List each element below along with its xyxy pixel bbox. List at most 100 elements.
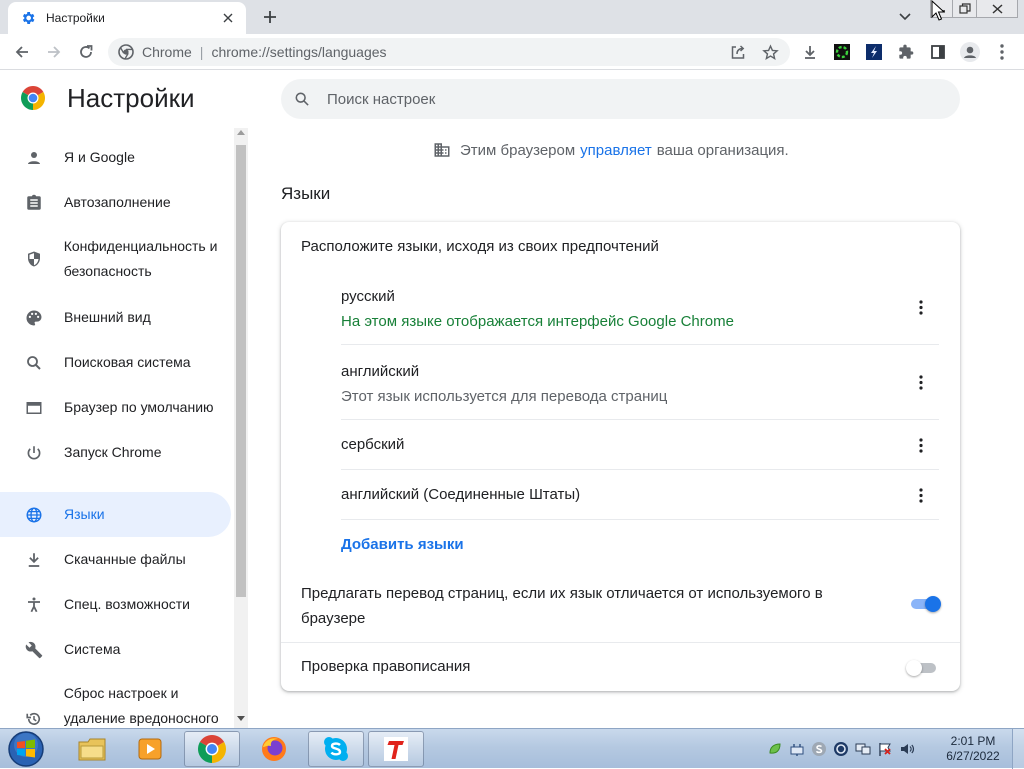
restore-window-button[interactable] [952, 0, 976, 18]
media-player-icon[interactable] [122, 731, 178, 767]
more-actions-icon[interactable] [911, 370, 931, 394]
extensions-puzzle-icon[interactable] [894, 40, 918, 64]
mouse-cursor-icon [931, 0, 945, 21]
person-icon [24, 148, 44, 168]
accessibility-icon [24, 595, 44, 615]
taskbar-clock[interactable]: 2:01 PM 6/27/2022 [940, 734, 1006, 764]
language-description: Этот язык используется для перевода стра… [341, 388, 668, 405]
more-actions-icon[interactable] [911, 483, 931, 507]
url-text[interactable]: chrome://settings/languages [211, 44, 386, 60]
language-name: английский (Соединенные Штаты) [341, 486, 581, 503]
forward-button[interactable] [42, 40, 66, 64]
history-icon [24, 709, 44, 728]
download-icon [24, 550, 44, 570]
sidebar-item-label: Языки [64, 506, 105, 522]
search-input[interactable] [327, 90, 887, 108]
offer-translate-toggle[interactable] [909, 596, 941, 612]
new-tab-button[interactable] [258, 6, 282, 28]
scroll-down-arrow-icon[interactable] [237, 716, 245, 721]
sidebar-item-label: Система [64, 641, 121, 657]
skype-tray-icon[interactable] [810, 740, 828, 758]
language-name: английский [341, 363, 420, 380]
globe-icon [24, 505, 44, 525]
start-button[interactable] [6, 730, 46, 768]
back-button[interactable] [10, 40, 34, 64]
address-bar[interactable]: Chrome | chrome://settings/languages [108, 38, 790, 66]
close-tab-icon[interactable] [220, 10, 236, 26]
tab-search-chevron-icon[interactable] [894, 7, 916, 27]
show-desktop-button[interactable] [1012, 729, 1024, 769]
firefox-icon[interactable] [246, 731, 302, 767]
chrome-menu-icon[interactable] [990, 40, 1014, 64]
sidebar-item-on-startup[interactable]: Запуск Chrome [0, 440, 231, 465]
green-app-tray-icon[interactable] [766, 740, 784, 758]
reload-button[interactable] [74, 40, 98, 64]
skype-icon[interactable] [308, 731, 364, 767]
language-row: сербский [341, 420, 939, 470]
sidebar-item-label: Скачанные файлы [64, 551, 186, 567]
more-actions-icon[interactable] [911, 295, 931, 319]
side-panel-icon[interactable] [926, 40, 950, 64]
page-title: Настройки [67, 83, 195, 113]
settings-search[interactable] [281, 79, 960, 119]
building-icon [433, 141, 451, 159]
chrome-icon[interactable] [184, 731, 240, 767]
omnibox-separator: | [199, 44, 204, 60]
sidebar-item-label: Автозаполнение [64, 194, 171, 210]
file-explorer-icon[interactable] [64, 731, 120, 767]
languages-section-title: Языки [281, 184, 331, 203]
share-icon[interactable] [726, 40, 750, 64]
language-name: русский [341, 288, 395, 305]
palette-icon [24, 308, 44, 328]
action-center-flag-icon[interactable] [876, 740, 894, 758]
sidebar-item-languages[interactable]: Языки [0, 492, 231, 537]
close-window-button[interactable] [976, 0, 1018, 18]
managed-by-organization-notice: Этим браузером управляет ваша организаци… [433, 141, 789, 159]
site-label: Chrome [142, 44, 192, 60]
chrome-logo-icon [21, 86, 45, 110]
more-actions-icon[interactable] [911, 433, 931, 457]
shield-icon [24, 249, 44, 269]
shield-tray-icon[interactable] [832, 740, 850, 758]
clipboard-icon [24, 193, 44, 213]
section-divider [281, 642, 960, 643]
display-tray-icon[interactable] [854, 740, 872, 758]
sidebar-item-accessibility[interactable]: Спец. возможности [0, 592, 231, 617]
sidebar-item-system[interactable]: Система [0, 637, 231, 662]
sidebar-item-privacy[interactable]: Конфиденциальность и безопасность [0, 234, 231, 284]
sidebar-scrollbar-thumb[interactable] [236, 145, 246, 597]
sidebar-item-default-browser[interactable]: Браузер по умолчанию [0, 395, 231, 420]
sidebar-item-you-and-google[interactable]: Я и Google [0, 145, 231, 170]
managed-suffix: ваша организация. [656, 141, 789, 159]
sidebar-item-autofill[interactable]: Автозаполнение [0, 190, 231, 215]
language-order-heading: Расположите языки, исходя из своих предп… [301, 238, 659, 255]
sidebar-item-reset[interactable]: Сброс настроек и удаление вредоносного [0, 681, 231, 728]
volume-icon[interactable] [898, 740, 916, 758]
gear-icon [20, 10, 36, 26]
wrench-icon [24, 640, 44, 660]
download-icon[interactable] [798, 40, 822, 64]
sidebar-item-label: Конфиденциальность и безопасность [63, 238, 218, 279]
network-tray-icon[interactable] [788, 740, 806, 758]
clock-date: 6/27/2022 [946, 749, 1000, 763]
add-languages-button[interactable]: Добавить языки [341, 536, 464, 553]
search-icon [295, 92, 309, 106]
sidebar-item-downloads[interactable]: Скачанные файлы [0, 547, 231, 572]
scroll-up-arrow-icon[interactable] [237, 130, 245, 135]
tab-settings[interactable]: Настройки [8, 2, 246, 34]
managed-link[interactable]: управляет [580, 142, 652, 159]
blue-extension-icon[interactable] [862, 40, 886, 64]
browser-window-icon [24, 398, 44, 418]
profile-avatar-icon[interactable] [958, 40, 982, 64]
spellcheck-label: Проверка правописания [301, 658, 471, 675]
offer-translate-label: Предлагать перевод страниц, если их язык… [301, 585, 823, 627]
sidebar-item-search-engine[interactable]: Поисковая система [0, 350, 231, 375]
language-name: сербский [341, 436, 405, 453]
sidebar-item-label: Сброс настроек и удаление вредоносного [63, 685, 219, 726]
bookmark-star-icon[interactable] [758, 40, 782, 64]
t-app-icon[interactable] [368, 731, 424, 767]
language-row: русский На этом языке отображается интер… [341, 282, 939, 345]
sidebar-item-appearance[interactable]: Внешний вид [0, 305, 231, 330]
spellcheck-toggle[interactable] [906, 660, 938, 676]
green-extension-icon[interactable] [830, 40, 854, 64]
